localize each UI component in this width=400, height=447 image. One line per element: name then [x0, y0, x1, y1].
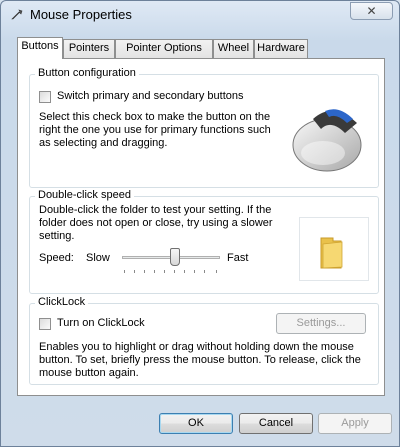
slider-tick	[194, 270, 195, 273]
slider-tick	[174, 270, 175, 273]
button-config-description-line-2: right the one you use for primary functi…	[39, 124, 271, 136]
clicklock-label[interactable]: Turn on ClickLock	[57, 317, 145, 330]
close-button[interactable]: ✕	[350, 2, 393, 20]
mouse-properties-window: Mouse Properties ✕ Buttons Pointers Poin…	[0, 0, 400, 447]
ok-button[interactable]: OK	[159, 413, 233, 434]
group-title-double-click-speed: Double-click speed	[35, 189, 134, 201]
slow-label: Slow	[86, 252, 110, 264]
slider-tick	[154, 270, 155, 273]
mouse-image-icon	[292, 109, 362, 172]
window-title: Mouse Properties	[30, 7, 132, 22]
slider-tick	[216, 270, 217, 273]
folder-icon[interactable]	[318, 236, 344, 270]
apply-button[interactable]: Apply	[318, 413, 392, 434]
button-config-description-line-1: Select this check box to make the button…	[39, 111, 271, 123]
switch-buttons-checkbox[interactable]	[39, 91, 51, 103]
close-icon: ✕	[366, 4, 377, 18]
speed-label: Speed:	[39, 252, 74, 264]
double-click-description-line-3: setting.	[39, 230, 75, 242]
tab-buttons[interactable]: Buttons	[17, 37, 63, 59]
slider-tick	[134, 270, 135, 273]
double-click-speed-slider[interactable]	[122, 247, 220, 277]
slider-tick	[144, 270, 145, 273]
tab-panel-buttons: Button configuration Switch primary and …	[17, 58, 385, 396]
group-title-button-configuration: Button configuration	[35, 67, 139, 79]
button-config-description-line-3: as selecting and dragging.	[39, 137, 168, 149]
clicklock-group: ClickLock Turn on ClickLock Settings... …	[29, 296, 379, 385]
button-configuration-group: Button configuration Switch primary and …	[29, 67, 379, 188]
slider-tick	[184, 270, 185, 273]
tab-wheel[interactable]: Wheel	[213, 39, 254, 58]
group-title-clicklock: ClickLock	[35, 296, 89, 308]
tab-pointers[interactable]: Pointers	[63, 39, 115, 58]
test-folder-area[interactable]	[299, 217, 369, 281]
fast-label: Fast	[227, 252, 249, 264]
clicklock-settings-button[interactable]: Settings...	[276, 313, 366, 334]
double-click-description-line-2: folder does not open or close, try using…	[39, 217, 273, 229]
slider-tick	[164, 270, 165, 273]
slider-thumb[interactable]	[170, 248, 180, 266]
clicklock-description-line-1: Enables you to highlight or drag without…	[39, 341, 354, 353]
clicklock-description-line-3: mouse button again.	[39, 367, 139, 379]
slider-tick	[124, 270, 125, 273]
double-click-description-line-1: Double-click the folder to test your set…	[39, 204, 272, 216]
clicklock-checkbox[interactable]	[39, 318, 51, 330]
mouse-pointer-icon	[11, 9, 23, 20]
switch-buttons-label[interactable]: Switch primary and secondary buttons	[57, 90, 243, 103]
slider-tick	[204, 270, 205, 273]
tab-pointer-options[interactable]: Pointer Options	[115, 39, 213, 58]
cancel-button[interactable]: Cancel	[239, 413, 313, 434]
clicklock-description-line-2: button. To set, briefly press the mouse …	[39, 354, 361, 366]
tab-hardware[interactable]: Hardware	[254, 39, 308, 58]
title-bar[interactable]: Mouse Properties ✕	[1, 1, 399, 29]
double-click-speed-group: Double-click speed Double-click the fold…	[29, 189, 379, 294]
